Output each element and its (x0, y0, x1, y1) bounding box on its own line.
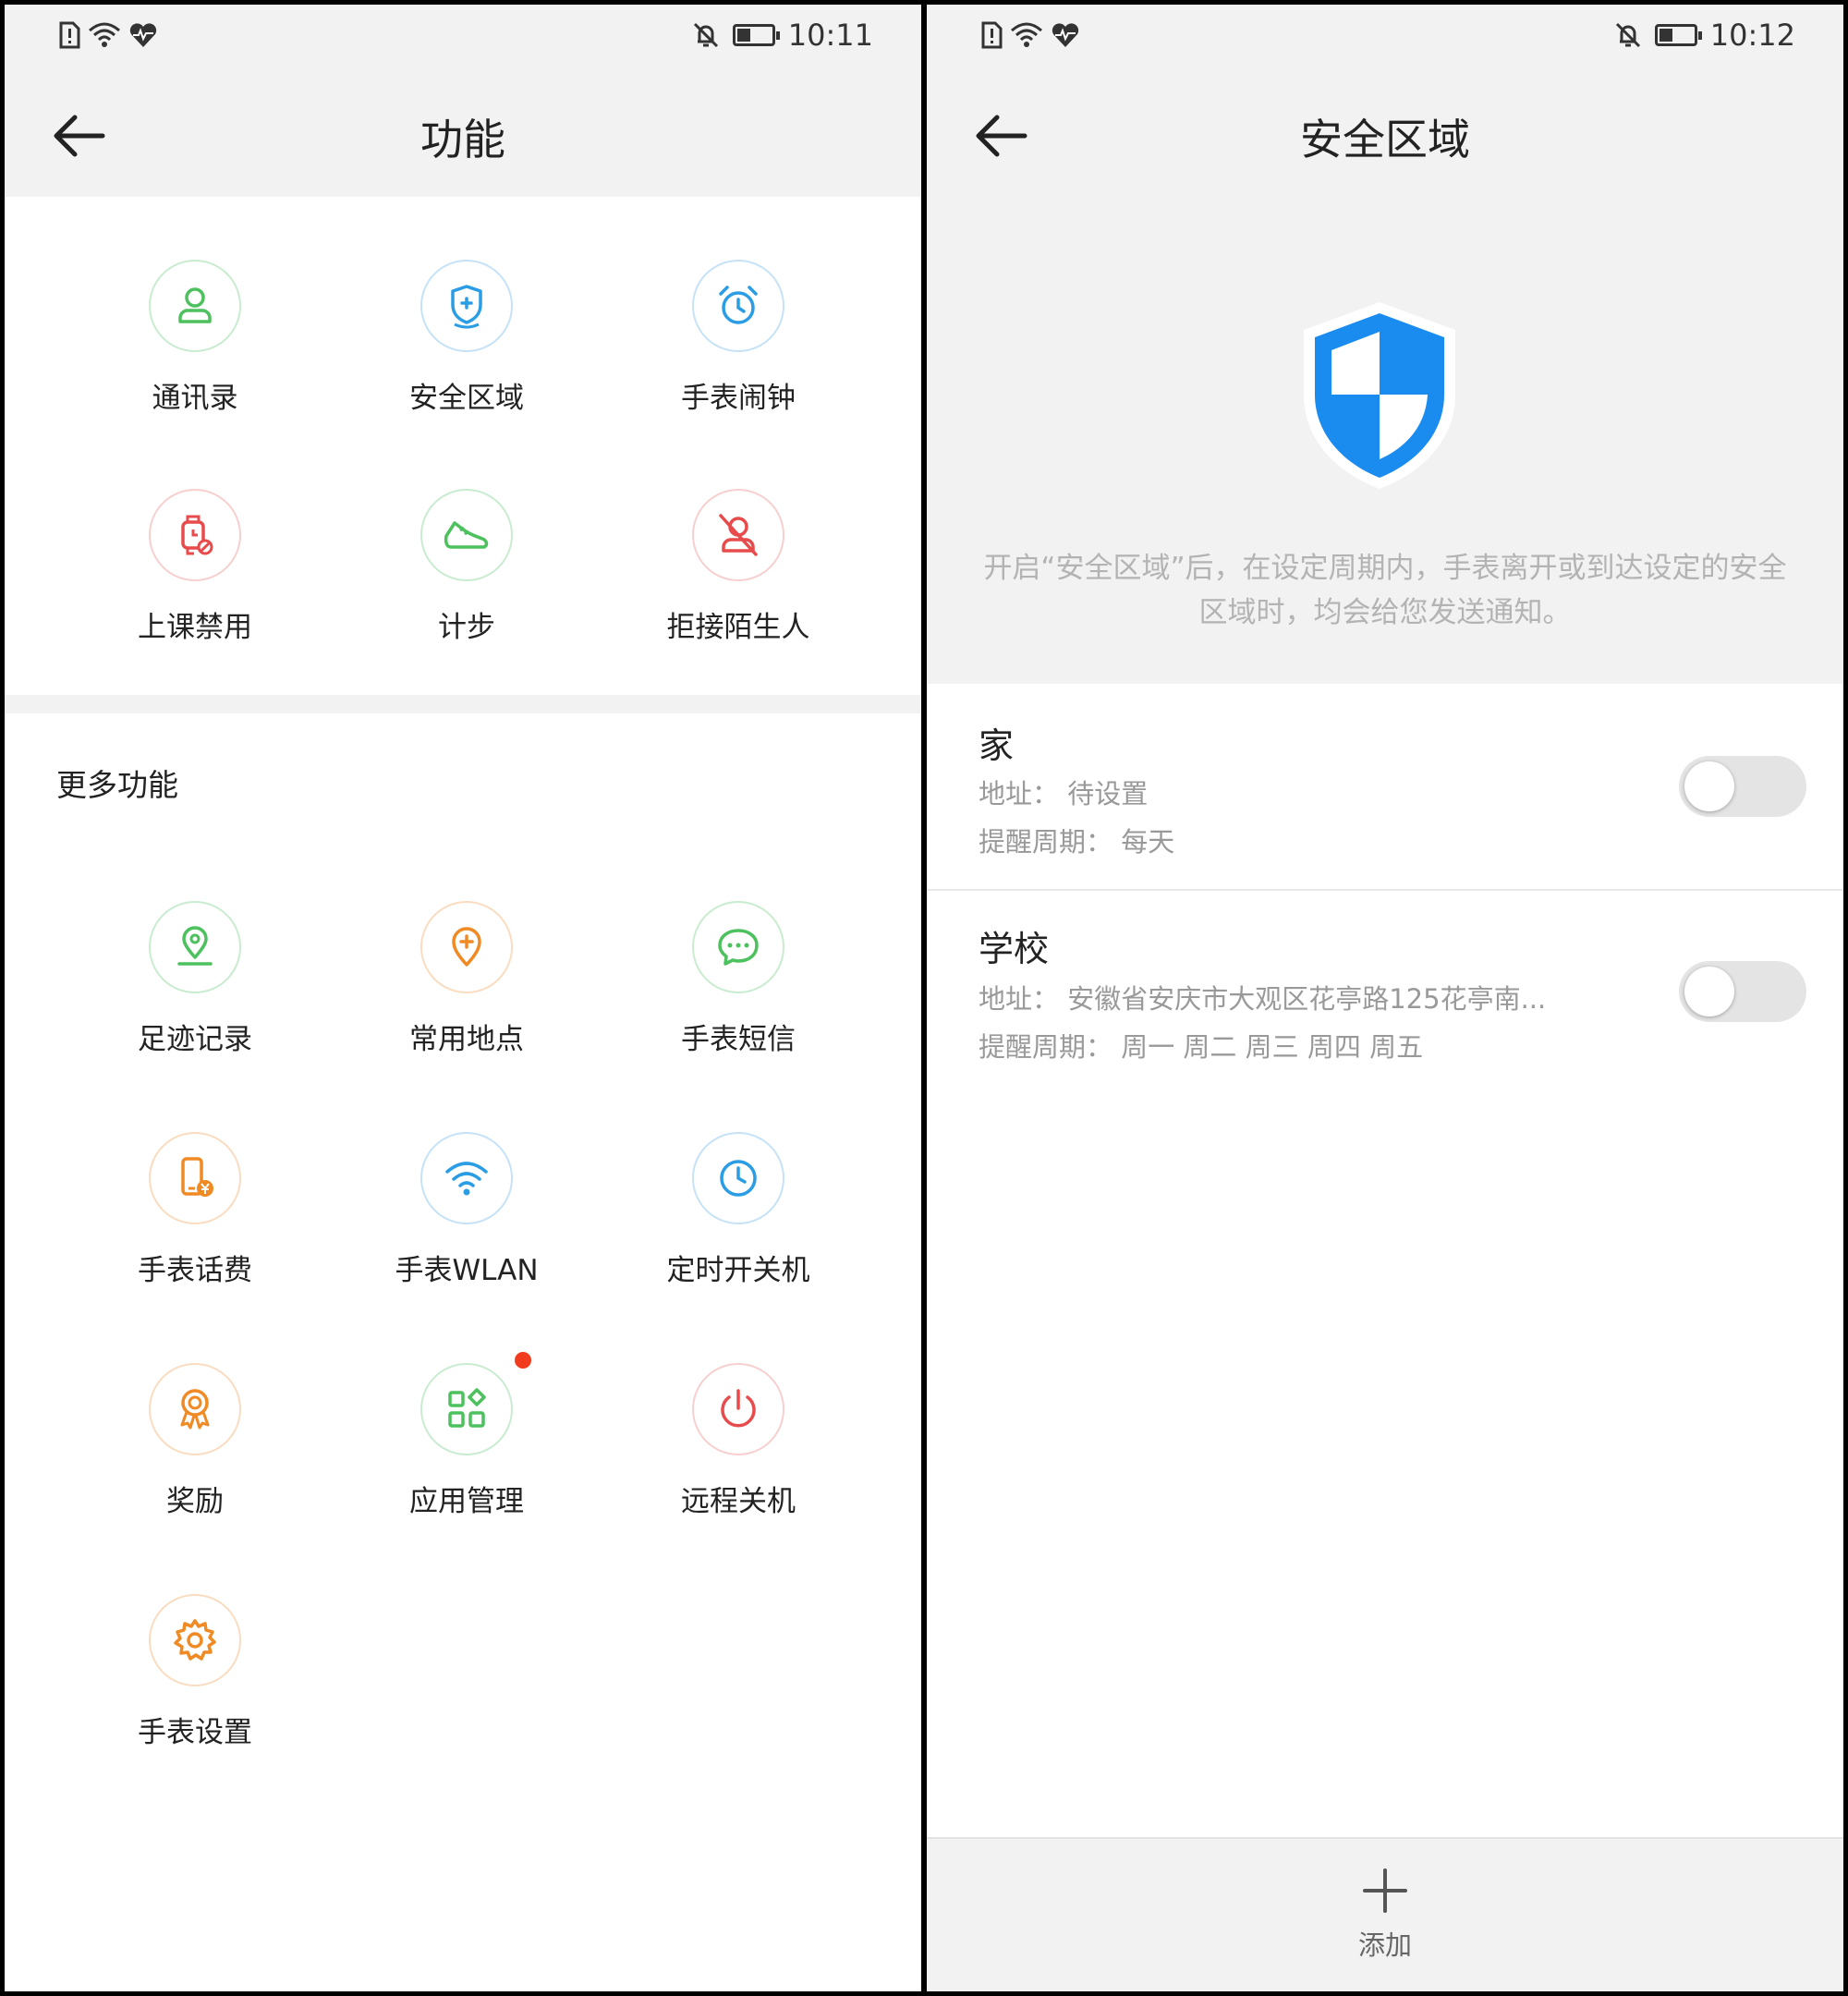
add-zone-button[interactable]: 添加 (927, 1867, 1843, 1963)
contact-person-icon (178, 287, 212, 323)
feature-label: 上课禁用 (138, 611, 252, 644)
feature-safe-zone[interactable]: 安全区域 (328, 260, 605, 416)
sim-alert-icon (59, 21, 80, 49)
functions-screen: 10:11 功能 通讯录 安全区域 手表闹钟 上课禁用 计步 拒接陌生人 更多功… (5, 5, 921, 1991)
feature-label: 足迹记录 (138, 1023, 252, 1056)
notification-dot (515, 1352, 531, 1369)
shield-location-icon (451, 285, 482, 329)
feature-label: 手表设置 (138, 1716, 252, 1749)
feature-sms[interactable]: 手表短信 (600, 901, 877, 1057)
zone-period: 提醒周期： 每天 (979, 826, 1175, 858)
zone-name: 学校 (979, 929, 1050, 969)
title-bar: 安全区域 (927, 71, 1843, 197)
zone-name: 家 (979, 725, 1015, 766)
zone-item-school[interactable]: 学校 地址： 安徽省安庆市大观区花亭路125花亭南... 提醒周期： 周一 周二… (927, 891, 1843, 1096)
feature-class-ban[interactable]: 上课禁用 (56, 489, 334, 645)
power-icon (721, 1389, 756, 1428)
bell-muted-icon (693, 22, 718, 48)
feature-label: 计步 (438, 611, 495, 644)
section-separator (5, 695, 921, 713)
gear-icon (174, 1619, 216, 1661)
wifi-icon (445, 1162, 488, 1196)
safe-zone-screen: 10:12 安全区域 开启“安全区域”后，在设定周期内，手表离开或到达设定的安全… (927, 5, 1843, 1991)
feature-reject-strangers[interactable]: 拒接陌生人 (600, 489, 877, 645)
feature-watch-settings[interactable]: 手表设置 (56, 1594, 334, 1750)
battery-icon (732, 24, 780, 46)
feature-scheduled-power[interactable]: 定时开关机 (600, 1132, 877, 1288)
feature-label: 常用地点 (409, 1023, 524, 1056)
feature-label: 定时开关机 (666, 1254, 810, 1287)
more-features-title: 更多功能 (56, 767, 178, 803)
status-bar: 10:11 (5, 5, 921, 71)
status-time: 10:11 (787, 18, 873, 53)
stranger-block-icon (719, 514, 758, 556)
feature-footprint[interactable]: 足迹记录 (56, 901, 334, 1057)
wifi-status-icon (1011, 22, 1042, 47)
feature-label: 奖励 (166, 1485, 224, 1518)
safe-zone-hero: 开启“安全区域”后，在设定周期内，手表离开或到达设定的安全区域时，均会给您发送通… (927, 197, 1843, 684)
footprint-location-icon (177, 926, 213, 966)
feature-label: 手表话费 (138, 1254, 252, 1287)
status-bar: 10:12 (927, 5, 1843, 71)
zone-toggle[interactable] (1679, 961, 1806, 1022)
feature-label: 安全区域 (409, 382, 524, 415)
add-label: 添加 (1357, 1929, 1412, 1961)
chat-bubble-icon (718, 929, 759, 966)
feature-frequent-places[interactable]: 常用地点 (328, 901, 605, 1057)
plus-icon (1363, 1868, 1407, 1913)
wifi-status-icon (89, 22, 120, 47)
feature-label: 通讯录 (152, 382, 238, 415)
feature-label: 手表WLAN (395, 1254, 539, 1287)
bottom-action-bar: 添加 (927, 1837, 1843, 1991)
zone-address: 地址： 待设置 (979, 778, 1149, 809)
phone-fee-icon (181, 1157, 213, 1197)
award-medal-icon (180, 1389, 210, 1430)
title-bar: 功能 (5, 71, 921, 197)
feature-wlan[interactable]: 手表WLAN (328, 1132, 605, 1288)
feature-app-manage[interactable]: 应用管理 (328, 1352, 605, 1519)
location-plus-icon (452, 927, 481, 967)
zone-item-home[interactable]: 家 地址： 待设置 提醒周期： 每天 (927, 684, 1843, 889)
watch-ban-icon (181, 515, 213, 555)
toggle-knob (1684, 761, 1734, 811)
feature-reward[interactable]: 奖励 (56, 1363, 334, 1519)
app-grid-icon (448, 1388, 486, 1428)
feature-alarm[interactable]: 手表闹钟 (600, 260, 877, 416)
sim-alert-icon (981, 21, 1003, 49)
toggle-knob (1684, 967, 1734, 1016)
alarm-clock-icon (719, 286, 758, 324)
clock-icon (720, 1160, 757, 1197)
safe-zone-description: 开启“安全区域”后，在设定周期内，手表离开或到达设定的安全区域时，均会给您发送通… (983, 552, 1787, 629)
zone-address: 地址： 安徽省安庆市大观区花亭路125花亭南... (979, 983, 1547, 1015)
feature-label: 手表闹钟 (681, 382, 796, 415)
status-time: 10:12 (1709, 18, 1795, 53)
feature-step-count[interactable]: 计步 (328, 489, 605, 645)
feature-label: 远程关机 (681, 1485, 796, 1518)
page-title: 功能 (420, 115, 505, 164)
feature-label: 应用管理 (409, 1485, 524, 1518)
safety-shield-icon (1304, 302, 1455, 489)
feature-remote-shutdown[interactable]: 远程关机 (600, 1363, 877, 1519)
feature-phone-fee[interactable]: 手表话费 (56, 1132, 334, 1288)
feature-contacts[interactable]: 通讯录 (56, 260, 334, 416)
page-title: 安全区域 (1300, 115, 1470, 164)
heart-rate-icon (1052, 23, 1079, 47)
zone-period: 提醒周期： 周一 周二 周三 周四 周五 (979, 1031, 1424, 1063)
zone-toggle[interactable] (1679, 756, 1806, 817)
feature-label: 手表短信 (681, 1023, 796, 1056)
battery-icon (1654, 24, 1702, 46)
sneaker-icon (444, 521, 489, 549)
bell-muted-icon (1615, 22, 1640, 48)
feature-label: 拒接陌生人 (666, 611, 810, 644)
heart-rate-icon (129, 23, 157, 47)
